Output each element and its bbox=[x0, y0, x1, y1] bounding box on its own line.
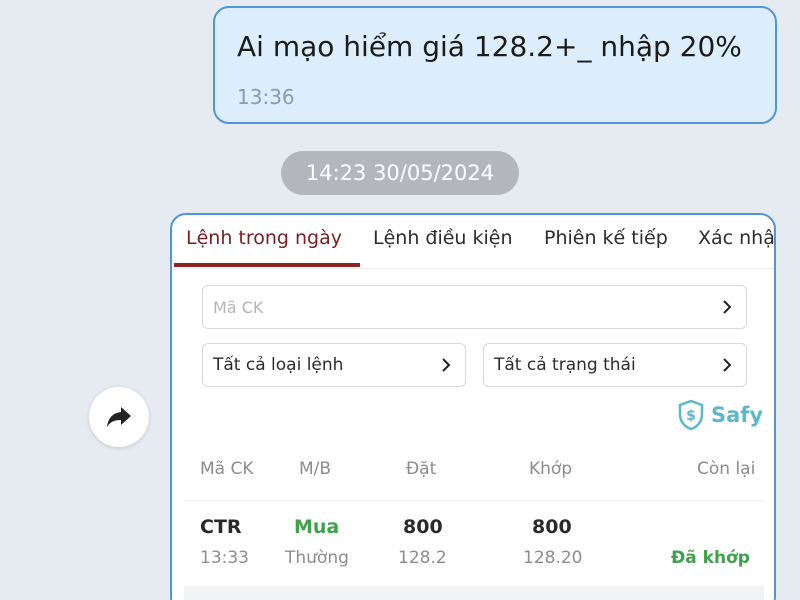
chevron-right-icon bbox=[723, 300, 732, 314]
tabs-divider bbox=[172, 268, 774, 269]
tab-intraday-orders[interactable]: Lệnh trong ngày bbox=[186, 227, 342, 249]
status-filter-label: Tất cả trạng thái bbox=[494, 355, 636, 375]
symbol-search-placeholder: Mã CK bbox=[213, 298, 264, 317]
symbol-search-input[interactable]: Mã CK bbox=[202, 285, 747, 329]
order-type-filter-label: Tất cả loại lệnh bbox=[213, 355, 344, 375]
column-header-side: M/B bbox=[299, 459, 332, 479]
share-arrow-icon bbox=[107, 407, 131, 427]
message-text: Ai mạo hiểm giá 128.2+_ nhập 20% bbox=[237, 30, 742, 63]
column-header-remaining: Còn lại bbox=[697, 459, 756, 479]
order-symbol: CTR bbox=[200, 516, 242, 538]
order-list-card: Lệnh trong ngày Lệnh điều kiện Phiên kế … bbox=[170, 213, 776, 600]
forward-button[interactable] bbox=[89, 387, 149, 447]
order-row[interactable]: CTR 13:33 Mua Thường 800 128.2 800 128.2… bbox=[184, 500, 764, 586]
status-filter[interactable]: Tất cả trạng thái bbox=[483, 343, 747, 387]
order-time: 13:33 bbox=[200, 548, 249, 568]
tab-conditional-orders[interactable]: Lệnh điều kiện bbox=[373, 227, 513, 249]
order-matched-price: 128.20 bbox=[523, 548, 583, 568]
order-tabs: Lệnh trong ngày Lệnh điều kiện Phiên kế … bbox=[172, 215, 774, 269]
active-tab-indicator bbox=[174, 263, 360, 267]
order-status: Đã khớp bbox=[671, 548, 750, 568]
shield-dollar-icon: $ bbox=[678, 399, 704, 431]
next-row-placeholder bbox=[184, 586, 764, 600]
column-header-placed: Đặt bbox=[406, 459, 437, 479]
chevron-right-icon bbox=[723, 358, 732, 372]
safy-logo: $ Safy bbox=[677, 398, 763, 432]
order-matched-qty: 800 bbox=[532, 516, 572, 538]
column-header-matched: Khớp bbox=[529, 459, 573, 479]
tab-confirmation[interactable]: Xác nhậ bbox=[698, 227, 774, 249]
order-placed-qty: 800 bbox=[403, 516, 443, 538]
chevron-right-icon bbox=[442, 358, 451, 372]
tab-next-session[interactable]: Phiên kế tiếp bbox=[544, 227, 668, 249]
order-type-filter[interactable]: Tất cả loại lệnh bbox=[202, 343, 466, 387]
message-time: 13:36 bbox=[237, 85, 295, 109]
safy-label: Safy bbox=[711, 403, 764, 427]
svg-text:$: $ bbox=[686, 408, 696, 424]
date-divider: 14:23 30/05/2024 bbox=[281, 151, 519, 195]
order-side: Mua bbox=[294, 516, 340, 538]
message-bubble[interactable]: Ai mạo hiểm giá 128.2+_ nhập 20% 13:36 bbox=[213, 6, 777, 124]
column-header-symbol: Mã CK bbox=[200, 459, 254, 479]
order-placed-price: 128.2 bbox=[398, 548, 447, 568]
order-type: Thường bbox=[285, 548, 349, 568]
